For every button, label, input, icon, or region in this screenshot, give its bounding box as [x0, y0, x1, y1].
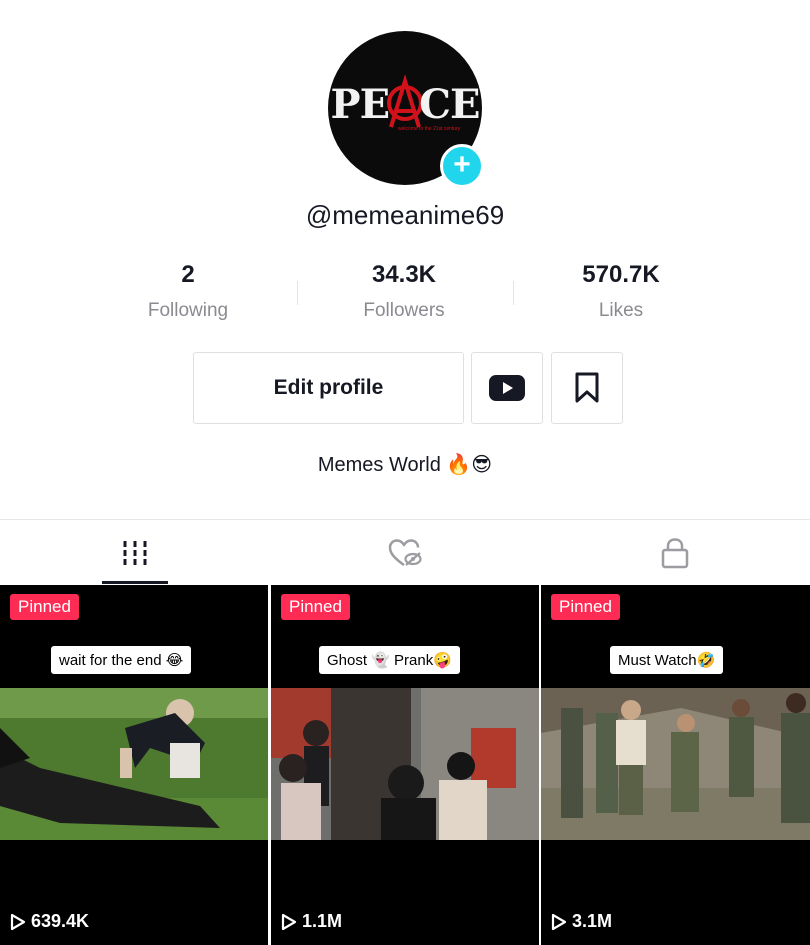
following-label: Following — [147, 300, 229, 321]
video-caption: Must Watch🤣 — [610, 646, 724, 674]
play-icon — [10, 913, 26, 930]
profile-bio: Memes World 🔥😎 — [317, 454, 493, 476]
following-count: 2 — [181, 261, 195, 288]
video-thumbnail — [271, 688, 539, 840]
view-count-value: 1.1M — [302, 911, 343, 931]
stat-following[interactable]: 2 Following — [88, 258, 288, 322]
add-avatar-button[interactable]: + — [440, 144, 484, 188]
view-count-value: 639.4K — [31, 911, 90, 931]
stat-divider — [513, 281, 514, 305]
video-thumbnail — [541, 688, 810, 840]
username: @memeanime69 — [305, 200, 505, 230]
video-caption: Ghost 👻 Prank🤪 — [319, 646, 460, 674]
pinned-badge: Pinned — [281, 594, 350, 620]
video-tile[interactable]: Pinned Must Watch🤣 3.1M — [541, 585, 810, 945]
video-tile[interactable]: Pinned Ghost 👻 Prank🤪 1.1M — [271, 585, 539, 945]
avatar-logo-text: PEACE — [330, 81, 481, 128]
play-icon — [281, 913, 297, 930]
followers-count: 34.3K — [371, 261, 437, 288]
bookmark-icon — [575, 372, 599, 403]
youtube-button[interactable] — [471, 352, 543, 424]
view-count-value: 3.1M — [572, 911, 613, 931]
followers-label: Followers — [363, 300, 445, 321]
video-caption: wait for the end 😂 — [51, 646, 192, 674]
stat-likes[interactable]: 570.7K Likes — [521, 258, 721, 322]
likes-label: Likes — [598, 300, 644, 321]
stat-divider — [297, 281, 298, 305]
video-tile[interactable]: Pinned wait for the end 😂 639.4K — [0, 585, 268, 945]
edit-profile-label: Edit profile — [273, 376, 384, 399]
stat-followers[interactable]: 34.3K Followers — [304, 258, 504, 322]
view-count: 3.1M — [551, 911, 612, 932]
likes-count: 570.7K — [582, 261, 660, 288]
active-tab-indicator — [102, 581, 168, 584]
liked-hidden-icon — [388, 538, 422, 566]
view-count: 1.1M — [281, 911, 342, 932]
view-count: 639.4K — [10, 911, 89, 932]
tab-liked[interactable] — [270, 520, 540, 585]
tab-private[interactable] — [540, 520, 810, 585]
grid-icon — [123, 540, 147, 565]
edit-profile-button[interactable]: Edit profile — [193, 352, 464, 424]
youtube-icon — [489, 375, 525, 401]
play-icon — [551, 913, 567, 930]
video-thumbnail — [0, 688, 268, 840]
pinned-badge: Pinned — [551, 594, 620, 620]
bookmark-button[interactable] — [551, 352, 623, 424]
avatar-logo-subtext: welcome to the 21st century — [398, 126, 461, 132]
lock-icon — [661, 537, 689, 568]
tab-videos[interactable] — [0, 520, 270, 585]
pinned-badge: Pinned — [10, 594, 79, 620]
